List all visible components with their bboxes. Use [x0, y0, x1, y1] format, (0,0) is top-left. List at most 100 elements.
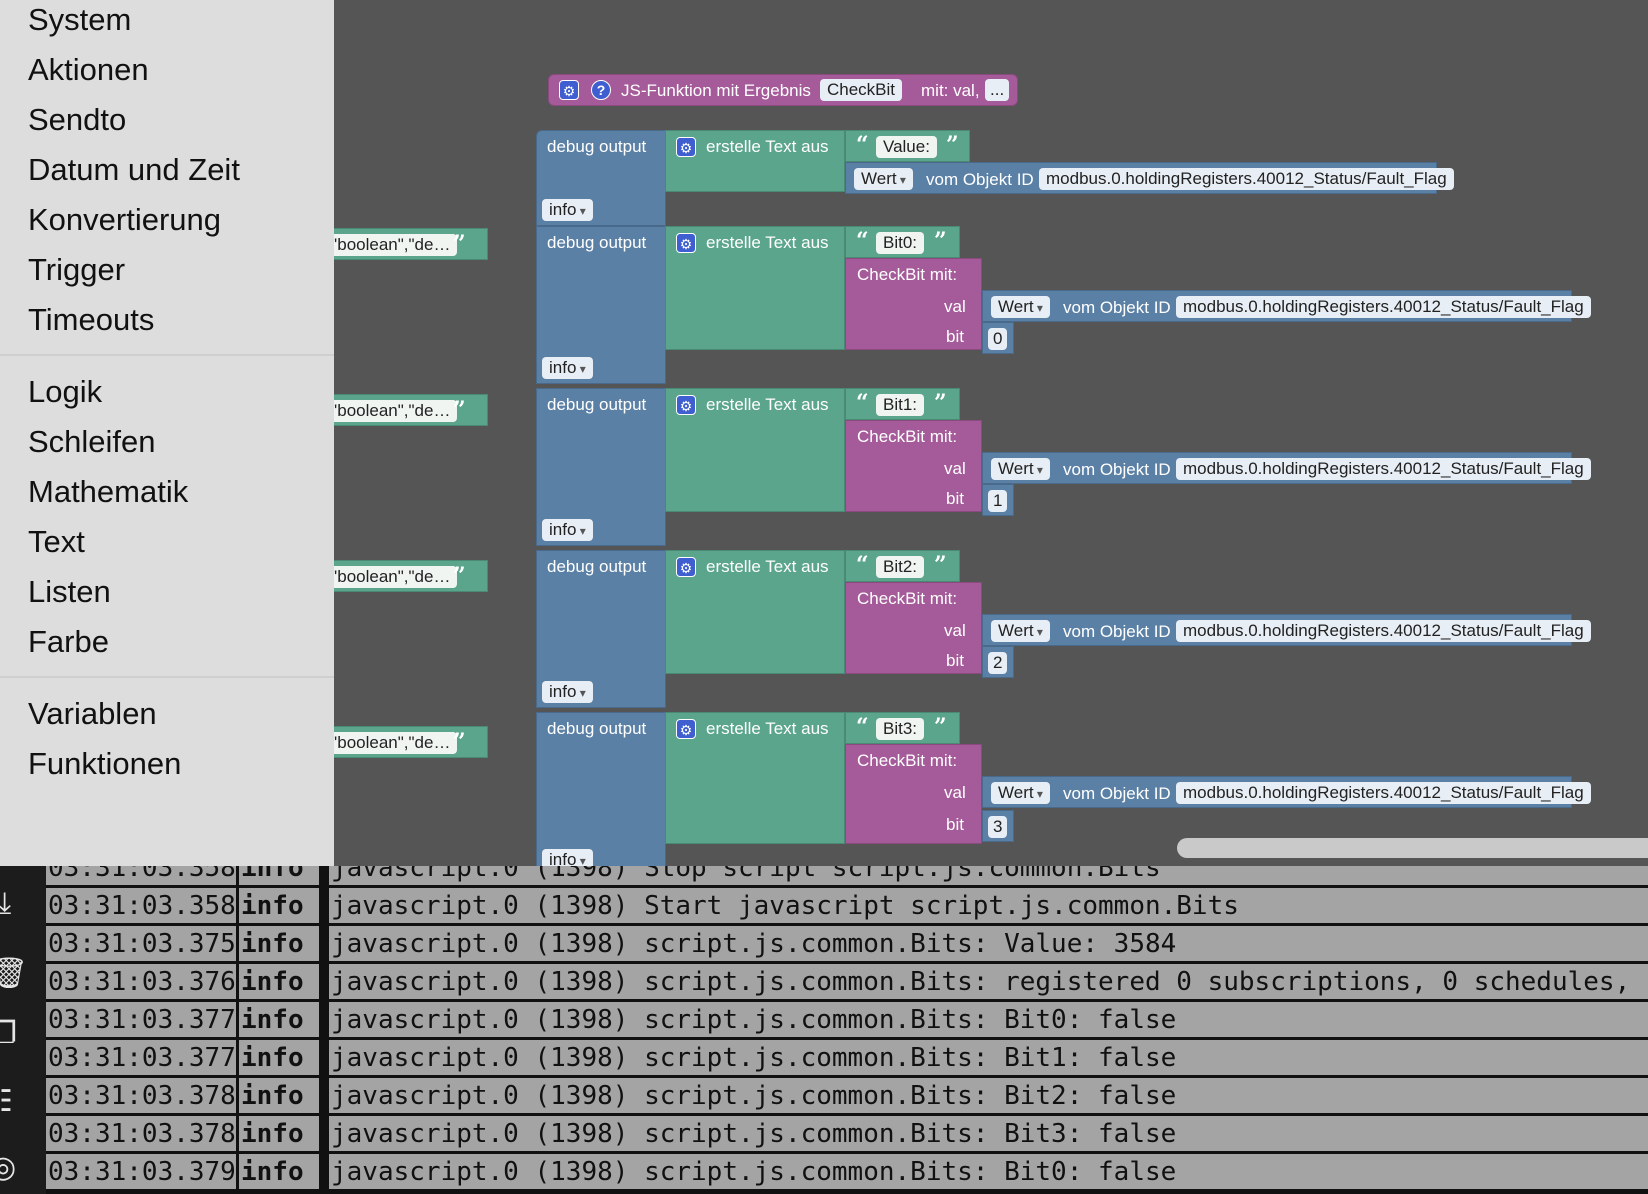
debug-output-block[interactable]: debug output info	[536, 226, 666, 384]
workspace-horizontal-scrollbar[interactable]	[1177, 838, 1648, 858]
log-level-dropdown[interactable]: info	[542, 199, 593, 221]
get-state-block[interactable]: Wert vom Objekt ID modbus.0.holdingRegis…	[982, 452, 1591, 484]
create-text-block[interactable]: ⚙ erstelle Text aus	[665, 388, 845, 512]
gear-icon[interactable]: ⚙	[676, 719, 696, 739]
toolbox-category-funktionen[interactable]: Funktionen	[28, 746, 181, 782]
log-row: 03:31:03.378 info javascript.0 (1398) sc…	[46, 1116, 1648, 1151]
debug-output-block[interactable]: debug output info	[536, 130, 666, 226]
create-text-block[interactable]: ⚙ erstelle Text aus	[665, 712, 845, 844]
toolbox-category-aktionen[interactable]: Aktionen	[28, 52, 149, 88]
text-string-field[interactable]: Bit0:	[876, 232, 925, 254]
toolbox-category-sendto[interactable]: Sendto	[28, 102, 126, 138]
side-text-block[interactable]: 'boolean","de… ”	[334, 560, 488, 592]
side-text-block[interactable]: 'boolean","de… ”	[334, 726, 488, 758]
gear-icon[interactable]: ⚙	[676, 233, 696, 253]
checkbit-call-block[interactable]: CheckBit mit: val bit	[845, 258, 982, 350]
number-block[interactable]: 0	[982, 322, 1014, 354]
number-field[interactable]: 1	[988, 490, 1008, 512]
text-string-field[interactable]: Bit2:	[876, 556, 925, 578]
number-field[interactable]: 2	[988, 652, 1008, 674]
text-string-block[interactable]: “ Bit2: ”	[845, 550, 960, 582]
number-field[interactable]: 0	[988, 328, 1008, 350]
function-name-field[interactable]: CheckBit	[820, 79, 903, 101]
toolbox-category-variablen[interactable]: Variablen	[28, 696, 157, 732]
toolbox-category-system[interactable]: System	[28, 2, 131, 38]
wert-dropdown[interactable]: Wert	[991, 620, 1050, 642]
text-string-block[interactable]: “ Value: ”	[845, 130, 970, 162]
columns-icon[interactable]: ☷	[0, 1084, 26, 1120]
help-icon[interactable]: ?	[591, 80, 611, 100]
side-text-field[interactable]: 'boolean","de…	[334, 400, 458, 422]
debug-output-label: debug output	[547, 719, 647, 738]
eye-off-icon[interactable]: ◎	[0, 1150, 30, 1186]
toolbox-category-schleifen[interactable]: Schleifen	[28, 424, 156, 460]
scroll-down-icon[interactable]: ⤓	[0, 886, 38, 922]
copy-icon[interactable]: ❐	[0, 1016, 30, 1052]
get-state-block[interactable]: Wert vom Objekt ID modbus.0.holdingRegis…	[845, 162, 1454, 194]
create-text-block[interactable]: ⚙ erstelle Text aus	[665, 226, 845, 350]
toolbox-category-text[interactable]: Text	[28, 524, 85, 560]
gear-icon[interactable]: ⚙	[676, 137, 696, 157]
debug-output-block[interactable]: debug output info	[536, 388, 666, 546]
debug-output-block[interactable]: debug output info	[536, 550, 666, 708]
debug-output-block[interactable]: debug output info	[536, 712, 666, 866]
get-state-block[interactable]: Wert vom Objekt ID modbus.0.holdingRegis…	[982, 290, 1591, 322]
get-state-block[interactable]: Wert vom Objekt ID modbus.0.holdingRegis…	[982, 614, 1591, 646]
function-more-button[interactable]: ...	[985, 79, 1010, 101]
text-string-block[interactable]: “ Bit1: ”	[845, 388, 960, 420]
text-string-block[interactable]: “ Bit3: ”	[845, 712, 960, 744]
gear-icon[interactable]: ⚙	[559, 80, 579, 100]
number-field[interactable]: 3	[988, 816, 1008, 838]
log-level-dropdown[interactable]: info	[542, 519, 593, 541]
wert-dropdown[interactable]: Wert	[854, 168, 913, 190]
toolbox-category-trigger[interactable]: Trigger	[28, 252, 125, 288]
create-text-label: erstelle Text aus	[706, 137, 829, 156]
log-level-dropdown[interactable]: info	[542, 849, 593, 866]
side-text-block[interactable]: 'boolean","de… ”	[334, 228, 488, 260]
get-state-block[interactable]: Wert vom Objekt ID modbus.0.holdingRegis…	[982, 776, 1591, 808]
log-time: 03:31:03.377	[46, 1040, 236, 1075]
gear-icon[interactable]: ⚙	[676, 395, 696, 415]
bit-label: bit	[946, 651, 964, 670]
side-text-block[interactable]: 'boolean","de… ”	[334, 394, 488, 426]
object-id-field[interactable]: modbus.0.holdingRegisters.40012_Status/F…	[1176, 458, 1591, 480]
log-message: javascript.0 (1398) script.js.common.Bit…	[329, 964, 1648, 999]
side-text-field[interactable]: 'boolean","de…	[334, 566, 458, 588]
number-block[interactable]: 3	[982, 810, 1014, 842]
toolbox-category-listen[interactable]: Listen	[28, 574, 111, 610]
number-block[interactable]: 1	[982, 484, 1014, 516]
log-level-dropdown[interactable]: info	[542, 357, 593, 379]
wert-dropdown[interactable]: Wert	[991, 458, 1050, 480]
side-text-field[interactable]: 'boolean","de…	[334, 732, 458, 754]
toolbox-category-logik[interactable]: Logik	[28, 374, 102, 410]
checkbit-call-block[interactable]: CheckBit mit: val bit	[845, 420, 982, 512]
text-string-field[interactable]: Value:	[876, 136, 937, 158]
toolbox-category-konvertierung[interactable]: Konvertierung	[28, 202, 221, 238]
trash-icon[interactable]: 🗑	[0, 956, 30, 992]
blockly-workspace[interactable]: ⚙ ? JS-Funktion mit Ergebnis CheckBit mi…	[334, 0, 1648, 866]
toolbox-category-datum-und-zeit[interactable]: Datum und Zeit	[28, 152, 240, 188]
create-text-block[interactable]: ⚙ erstelle Text aus	[665, 130, 845, 192]
text-string-field[interactable]: Bit1:	[876, 394, 925, 416]
toolbox-category-mathematik[interactable]: Mathematik	[28, 474, 188, 510]
wert-dropdown[interactable]: Wert	[991, 296, 1050, 318]
log-level-dropdown[interactable]: info	[542, 681, 593, 703]
text-string-block[interactable]: “ Bit0: ”	[845, 226, 960, 258]
create-text-block[interactable]: ⚙ erstelle Text aus	[665, 550, 845, 674]
checkbit-call-block[interactable]: CheckBit mit: val bit	[845, 582, 982, 674]
side-text-field[interactable]: 'boolean","de…	[334, 234, 458, 256]
object-id-field[interactable]: modbus.0.holdingRegisters.40012_Status/F…	[1176, 782, 1591, 804]
object-id-field[interactable]: modbus.0.holdingRegisters.40012_Status/F…	[1176, 296, 1591, 318]
number-block[interactable]: 2	[982, 646, 1014, 678]
create-text-label: erstelle Text aus	[706, 557, 829, 576]
wert-dropdown[interactable]: Wert	[991, 782, 1050, 804]
toolbox-category-farbe[interactable]: Farbe	[28, 624, 109, 660]
gear-icon[interactable]: ⚙	[676, 557, 696, 577]
toolbox-category-timeouts[interactable]: Timeouts	[28, 302, 154, 338]
checkbit-call-block[interactable]: CheckBit mit: val bit	[845, 744, 982, 844]
debug-output-label: debug output	[547, 137, 647, 156]
text-string-field[interactable]: Bit3:	[876, 718, 925, 740]
object-id-field[interactable]: modbus.0.holdingRegisters.40012_Status/F…	[1176, 620, 1591, 642]
object-id-field[interactable]: modbus.0.holdingRegisters.40012_Status/F…	[1039, 168, 1454, 190]
js-function-block[interactable]: ⚙ ? JS-Funktion mit Ergebnis CheckBit mi…	[548, 74, 1018, 106]
